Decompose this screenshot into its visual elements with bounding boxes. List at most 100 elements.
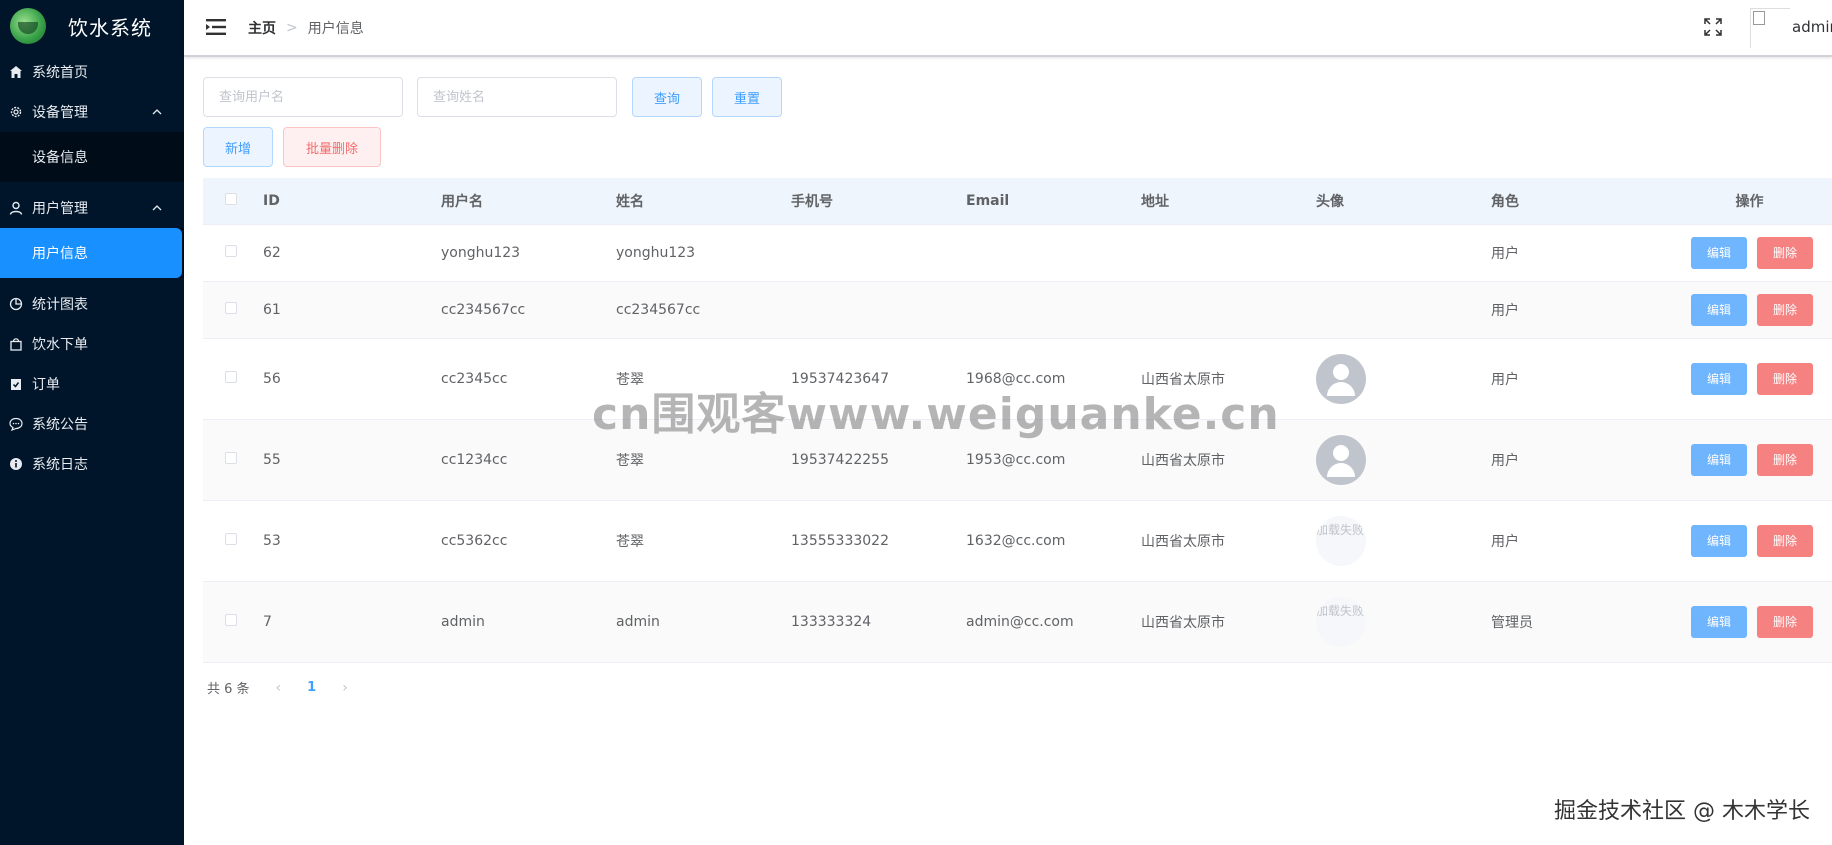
delete-button[interactable]: 删除: [1757, 605, 1813, 638]
edit-button[interactable]: 编辑: [1691, 524, 1747, 557]
cell-role: 用户: [1491, 281, 1666, 339]
delete-button[interactable]: 删除: [1757, 524, 1813, 557]
select-all-checkbox[interactable]: [225, 192, 237, 205]
cell-avatar: 加载失败: [1316, 500, 1491, 582]
edit-button[interactable]: 编辑: [1691, 443, 1747, 476]
cell-ops: 编辑 删除: [1666, 338, 1832, 420]
pagination: 共 6 条 ‹ 1 ›: [207, 678, 374, 698]
cell-role: 用户: [1491, 338, 1666, 420]
cell-address: 山西省太原市: [1141, 581, 1316, 663]
cell-phone: 133333324: [791, 581, 966, 663]
chat-bubble-icon: [8, 416, 24, 432]
row-checkbox-cell: [203, 500, 263, 582]
avatar-load-failed: 加载失败: [1316, 515, 1366, 566]
home-icon: [8, 64, 24, 80]
cell-address: [1141, 224, 1316, 282]
table-body: 62 yonghu123 yonghu123 用户 编辑 删除 61 cc234567cc cc…: [203, 224, 1832, 663]
delete-button[interactable]: 删除: [1757, 293, 1813, 326]
row-actions: 编辑 删除: [1666, 236, 1832, 269]
row-checkbox[interactable]: [225, 301, 237, 314]
cell-username: yonghu123: [441, 224, 616, 282]
sidebar-item-announcements[interactable]: 系统公告: [0, 404, 184, 444]
table-row: 61 cc234567cc cc234567cc 用户 编辑 删除: [203, 281, 1832, 339]
row-actions: 编辑 删除: [1666, 605, 1832, 638]
edit-button[interactable]: 编辑: [1691, 362, 1747, 395]
delete-button[interactable]: 删除: [1757, 236, 1813, 269]
cell-phone: 13555333022: [791, 500, 966, 582]
breadcrumb-current: 用户信息: [307, 21, 364, 37]
user-name[interactable]: admin: [1792, 18, 1832, 36]
sidebar-item-label: 饮水下单: [32, 337, 88, 353]
sidebar-item-device-management[interactable]: 设备管理: [0, 92, 184, 132]
edit-button[interactable]: 编辑: [1691, 236, 1747, 269]
query-button[interactable]: 查询: [632, 77, 702, 117]
edit-button[interactable]: 编辑: [1691, 605, 1747, 638]
pagination-prev-icon[interactable]: ‹: [276, 680, 282, 696]
edit-button[interactable]: 编辑: [1691, 293, 1747, 326]
cell-email: admin@cc.com: [966, 581, 1141, 663]
breadcrumb: 主页 > 用户信息: [248, 18, 364, 38]
table-row: 7 admin admin 133333324 admin@cc.com 山西省太原市 加载…: [203, 581, 1832, 663]
sidebar-item-device-info[interactable]: 设备信息: [0, 132, 184, 182]
sidebar-item-orders[interactable]: 订单: [0, 364, 184, 404]
column-header-phone: 手机号: [791, 178, 966, 225]
cell-id: 62: [263, 224, 441, 282]
sidebar-item-home[interactable]: 系统首页: [0, 52, 184, 92]
sidebar-item-user-management[interactable]: 用户管理: [0, 188, 184, 228]
row-actions: 编辑 删除: [1666, 362, 1832, 395]
cell-id: 55: [263, 419, 441, 501]
cell-name: yonghu123: [616, 224, 791, 282]
cell-username: admin: [441, 581, 616, 663]
cell-username: cc1234cc: [441, 419, 616, 501]
delete-button[interactable]: 删除: [1757, 443, 1813, 476]
table-header-row: ID 用户名 姓名 手机号 Email 地址 头像 角色 操作: [203, 178, 1832, 225]
cell-username: cc2345cc: [441, 338, 616, 420]
search-username-input[interactable]: [203, 77, 403, 117]
row-checkbox[interactable]: [225, 370, 237, 383]
default-avatar-icon: [1316, 434, 1366, 485]
delete-button[interactable]: 删除: [1757, 362, 1813, 395]
cell-id: 53: [263, 500, 441, 582]
cell-id: 7: [263, 581, 441, 663]
pagination-next-icon[interactable]: ›: [342, 680, 348, 696]
submenu-device: 设备信息: [0, 132, 184, 182]
sidebar-item-label: 用户管理: [32, 201, 88, 217]
user-icon: [8, 200, 24, 216]
row-checkbox[interactable]: [225, 244, 237, 257]
sidebar-item-label: 用户信息: [32, 246, 88, 262]
breadcrumb-home[interactable]: 主页: [248, 18, 276, 38]
shopping-bag-icon: [8, 336, 24, 352]
cell-id: 56: [263, 338, 441, 420]
row-checkbox[interactable]: [225, 532, 237, 545]
search-name-input[interactable]: [417, 77, 617, 117]
add-button[interactable]: 新增: [203, 127, 273, 167]
cell-name: 苍翠: [616, 500, 791, 582]
default-avatar-icon: [1316, 353, 1366, 404]
cell-id: 61: [263, 281, 441, 339]
sidebar-item-system-log[interactable]: 系统日志: [0, 444, 184, 484]
column-header-username: 用户名: [441, 178, 616, 225]
watermark-text: cn围观客www.weiguanke.cn: [592, 389, 1280, 440]
fullscreen-icon[interactable]: [1704, 18, 1722, 36]
cell-email: 1632@cc.com: [966, 500, 1141, 582]
row-checkbox[interactable]: [225, 613, 237, 626]
cell-phone: [791, 281, 966, 339]
pagination-total: 共 6 条: [207, 682, 250, 697]
avatar-load-failed: 加载失败: [1316, 596, 1366, 647]
sidebar-item-user-info[interactable]: 用户信息: [0, 228, 182, 278]
cell-avatar: [1316, 224, 1491, 282]
avatar[interactable]: [1750, 8, 1790, 48]
column-header-ops: 操作: [1666, 178, 1832, 225]
column-header-address: 地址: [1141, 178, 1316, 225]
row-checkbox[interactable]: [225, 451, 237, 464]
pagination-page-current[interactable]: 1: [307, 680, 316, 695]
row-checkbox-cell: [203, 281, 263, 339]
reset-button[interactable]: 重置: [712, 77, 782, 117]
table-row: 62 yonghu123 yonghu123 用户 编辑 删除: [203, 224, 1832, 282]
sidebar-item-statistics[interactable]: 统计图表: [0, 284, 184, 324]
sidebar-item-label: 系统首页: [32, 65, 88, 81]
sidebar-item-water-order[interactable]: 饮水下单: [0, 324, 184, 364]
batch-delete-button[interactable]: 批量删除: [283, 127, 381, 167]
sidebar-item-label: 系统日志: [32, 457, 88, 473]
menu-toggle-icon[interactable]: [206, 18, 226, 36]
